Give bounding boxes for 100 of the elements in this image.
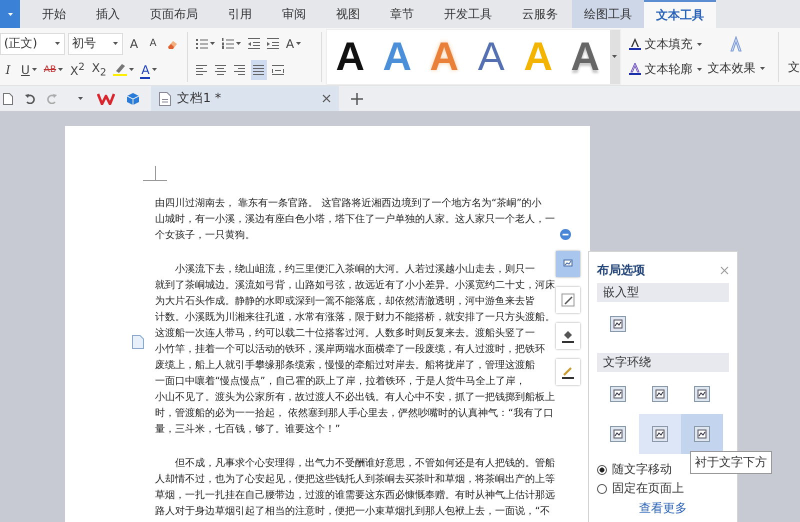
menu-tab[interactable]: 引用	[220, 0, 260, 28]
text-line: 就到了茶峒城边。溪流如弓背，山路如弓弦，故远近有了小小差异。小溪宽约二十丈，河床	[155, 278, 555, 293]
menu-tab[interactable]: 页面布局	[142, 0, 206, 28]
view-more-link[interactable]: 查看更多	[597, 500, 729, 517]
section-header: 嵌入型	[597, 283, 729, 302]
tool-button[interactable]: A	[139, 60, 159, 80]
undo-icon[interactable]	[25, 94, 35, 104]
picture-icon	[652, 386, 668, 402]
text-outline-button[interactable]: 文本轮廓	[628, 60, 702, 78]
caret-icon	[152, 68, 157, 71]
justify-icon	[253, 64, 264, 74]
document-tab-title: 文档1 *	[177, 90, 222, 107]
text-line: 人却情不过，也为了心安起见，便把这些钱托人到茶峒去买茶叶和草烟，将茶峒出产的上等	[155, 472, 555, 487]
caret-icon	[236, 42, 241, 45]
fill-bucket-icon	[561, 329, 575, 343]
align-right-icon	[234, 64, 246, 74]
highlighter-icon	[113, 63, 128, 76]
caret-icon	[296, 42, 302, 45]
text-line: 山城时，有一小溪，溪边有座白色小塔，塔下住了一户单独的人家。这人家只一个老人，一	[155, 212, 555, 227]
minus-circle-icon[interactable]	[560, 229, 571, 240]
panel-title: 布局选项	[597, 262, 645, 278]
menu-tab[interactable]: 章节	[382, 0, 422, 28]
section-header: 文字环绕	[597, 353, 729, 372]
caret-icon	[8, 12, 12, 16]
floating-tool-button[interactable]	[556, 359, 580, 385]
caret-icon	[129, 68, 134, 71]
outline-pen-icon	[561, 365, 575, 379]
cube-icon[interactable]	[127, 92, 139, 104]
menu-tab[interactable]: 云服务	[514, 0, 566, 28]
picture-icon	[610, 316, 626, 332]
tool-button[interactable]: U	[19, 60, 39, 80]
distribute-icon	[272, 64, 284, 74]
menu-tab[interactable]: 开始	[34, 0, 74, 28]
tool-button[interactable]	[250, 60, 267, 80]
new-document-icon[interactable]	[3, 92, 13, 104]
document-icon	[159, 92, 171, 106]
picture-icon	[610, 426, 626, 442]
shrink-font-button[interactable]: A	[145, 34, 161, 54]
pen-icon	[561, 293, 575, 307]
ribbon-label: 文	[788, 59, 800, 76]
bulleted-list-icon	[196, 38, 208, 49]
wrap-option[interactable]	[681, 414, 723, 454]
tool-button[interactable]: I	[0, 60, 16, 80]
caret-icon	[760, 67, 765, 70]
text-line: 但不成，凡事求个心安理得，出气力不受酬谁好意思，不管如何还是有人把钱的。管船	[174, 456, 555, 471]
text-style-option[interactable]: A	[468, 32, 515, 82]
font-name-dropdown[interactable]: (正文)	[0, 32, 65, 54]
caret-icon	[612, 55, 618, 58]
numbered-list-icon	[222, 38, 234, 49]
align-center-icon	[215, 64, 226, 74]
text-line: 量，三斗米，七百钱，够了。谁要这个！”	[155, 422, 342, 437]
close-icon[interactable]	[322, 94, 331, 103]
outdent-icon	[248, 38, 260, 49]
close-icon[interactable]	[720, 266, 729, 274]
font-size-dropdown[interactable]: 初号	[68, 32, 123, 54]
logo-icon[interactable]	[97, 92, 115, 104]
text-fill-icon	[628, 38, 641, 50]
document-tab[interactable]: 文档1 *	[151, 86, 339, 111]
text-line: 小山不见了。渡头为公家所有，故过渡人不必出钱。有人心中不安，抓了一把钱掷到船板上	[155, 390, 555, 405]
tool-button[interactable]: AB	[42, 60, 66, 80]
wrap-option[interactable]	[639, 414, 681, 454]
text-line: 小溪流下去，绕山岨流，约三里便汇入茶峒的大河。人若过溪越小山走去，则只一	[174, 262, 536, 277]
text-style-option[interactable]: A	[326, 32, 374, 82]
caret-icon	[696, 68, 702, 70]
tool-button[interactable]: X$_{2}$	[90, 60, 108, 80]
tool-button[interactable]: A	[284, 34, 304, 54]
text-line: 小竹竿，挂着一个可以活动的铁环，溪岸两端水面横牵了一段废缆，有人过渡时，把铁环	[155, 342, 546, 357]
menu-tab[interactable]: 审阅	[274, 0, 314, 28]
caret-icon	[696, 42, 702, 46]
caret-icon	[210, 42, 215, 45]
text-line: 个女孩子，一只黄狗。	[155, 228, 256, 243]
text-fill-button[interactable]: 文本填充	[628, 36, 702, 52]
picture-icon	[694, 386, 710, 402]
text-line: 一面口中嚷着“慢点慢点”，自己霍的跃上了岸，拉着铁环，于是人货牛马全上了岸，	[155, 374, 526, 389]
add-tab-icon[interactable]	[351, 92, 363, 104]
menu-tab[interactable]: 文本工具	[644, 0, 716, 28]
text-line: 计数。小溪既为川湘来往孔道，水常有涨落，限于财力不能搭桥，就安排了一只方头渡船。	[155, 310, 555, 325]
grow-font-button[interactable]: A	[126, 34, 142, 54]
text-line: 路人对于身边草烟引起了相当的注意时，便把一小束草烟扎到那人包袱上去，一面说，“不	[155, 504, 552, 519]
align-left-icon	[196, 64, 208, 74]
text-style-option[interactable]: A	[562, 32, 609, 82]
caret-icon	[55, 42, 60, 45]
menu-tab[interactable]: 插入	[88, 0, 128, 28]
text-effect-button[interactable]: 文本效果	[708, 60, 765, 78]
text-line: 由四川过湖南去， 靠东有一条官路。 这官路将近湘西边境到了一个地方名为“茶峒”的小	[155, 196, 543, 211]
menu-tab[interactable]: 开发工具	[436, 0, 500, 28]
tooltip: 衬于文字下方	[690, 451, 772, 474]
radio-option[interactable]: 固定在页面上	[597, 479, 729, 498]
text-line: 时，管渡船的必为一一拾起， 依然塞到那人手心里去，俨然吵嘴时的认真神气：“我有了口	[155, 406, 554, 421]
picture-icon	[652, 426, 668, 442]
text-line: 草烟，一扎一扎挂在自己腰带边，过渡的谁需要这东西必慷慨奉赠。有时从神气上估计那远	[155, 488, 555, 503]
caret-icon	[113, 42, 118, 45]
text-line: 为大片石头作成。静静的水即或深到一篙不能落底，却依然清澈透明，河中游鱼来去皆	[155, 294, 536, 309]
tool-button[interactable]: X$^{2}$	[68, 60, 87, 80]
text-outline-icon	[628, 63, 641, 75]
page-icon	[132, 335, 144, 349]
menu-tab[interactable]: 视图	[328, 0, 368, 28]
floating-tool-button[interactable]	[556, 323, 580, 349]
caret-icon	[32, 68, 37, 71]
menu-tab[interactable]: 绘图工具	[572, 0, 644, 28]
